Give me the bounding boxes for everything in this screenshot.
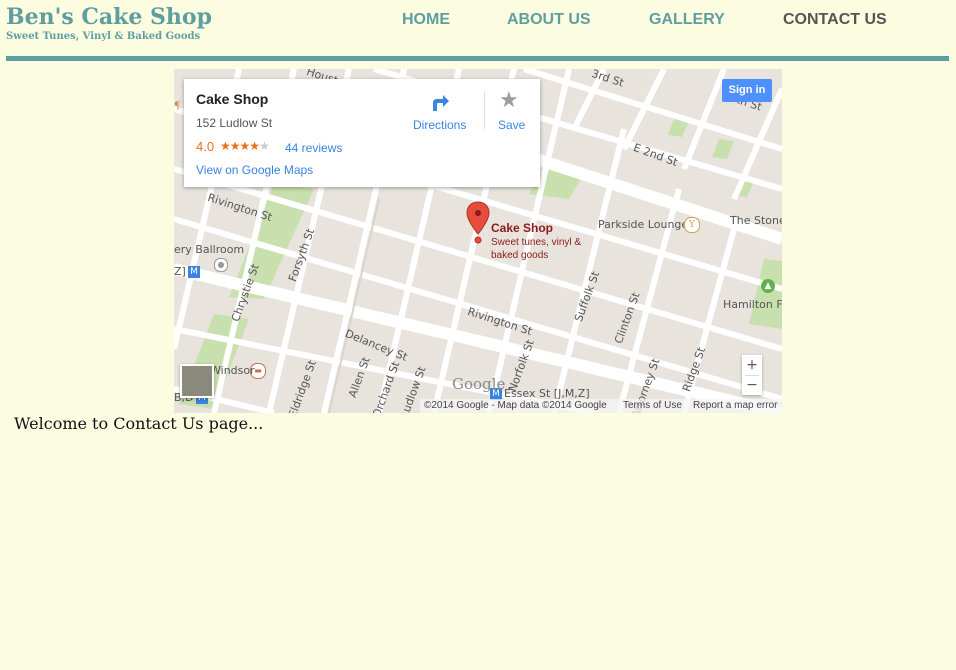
nav-gallery[interactable]: GALLERY	[649, 11, 725, 29]
nav-contact-us[interactable]: CONTACT US	[783, 11, 887, 29]
nav-home[interactable]: HOME	[402, 11, 450, 29]
star-icon: ★★★★	[220, 139, 260, 153]
rating-stars: ★★★★★	[220, 139, 270, 153]
card-divider	[484, 91, 485, 129]
nav-about-us[interactable]: ABOUT US	[507, 11, 591, 29]
site-title[interactable]: Ben's Cake Shop	[6, 4, 212, 30]
embedded-map[interactable]: Houston 3rd St 4th St E 2nd St Rivington…	[174, 69, 782, 413]
place-address: 152 Ludlow St	[196, 116, 273, 130]
welcome-text: Welcome to Contact Us page...	[14, 414, 264, 433]
map-pin-icon[interactable]	[466, 200, 490, 244]
satellite-toggle[interactable]	[180, 364, 214, 398]
rating-value: 4.0	[196, 139, 215, 154]
food-icon: ¶	[174, 101, 181, 112]
directions-icon[interactable]	[430, 91, 452, 113]
subway-icon: M	[188, 266, 200, 278]
zoom-out-button[interactable]: −	[742, 375, 762, 395]
report-map-error-link[interactable]: Report a map error	[693, 400, 777, 411]
google-logo: Google	[452, 375, 506, 393]
header-divider	[6, 56, 949, 61]
place-hamilton[interactable]: Hamilton Fi	[723, 298, 782, 311]
sign-in-button[interactable]: Sign in	[722, 79, 772, 102]
zoom-separator	[745, 375, 759, 376]
place-parkside-lounge[interactable]: Parkside Lounge	[598, 218, 688, 231]
reviews-link[interactable]: 44 reviews	[285, 141, 342, 155]
pin-title[interactable]: Cake Shop	[491, 221, 553, 235]
map-attribution: ©2014 Google - Map data ©2014 Google Ter…	[420, 399, 782, 413]
save-button[interactable]: Save	[498, 118, 525, 132]
terms-of-use-link[interactable]: Terms of Use	[623, 400, 682, 411]
place-windsor[interactable]: Windsor	[210, 364, 255, 377]
place-ballroom[interactable]: ery Ballroom	[174, 243, 244, 256]
place-the-stone[interactable]: The Stone	[730, 214, 782, 227]
park-icon: ▲	[761, 279, 775, 293]
pin-description: Sweet tunes, vinyl & baked goods	[491, 237, 582, 261]
site-tagline: Sweet Tunes, Vinyl & Baked Goods	[6, 31, 201, 42]
subway-label-jz: Z]	[174, 265, 186, 278]
place-name: Cake Shop	[196, 91, 269, 107]
star-save-icon[interactable]: ★	[499, 87, 519, 113]
venue-icon: ●	[214, 258, 228, 272]
view-on-google-maps-link[interactable]: View on Google Maps	[196, 163, 313, 177]
map-copyright: ©2014 Google - Map data ©2014 Google	[424, 400, 607, 411]
star-empty-icon: ★	[259, 139, 270, 153]
bar-icon: Y	[684, 217, 700, 233]
site-header: Ben's Cake Shop Sweet Tunes, Vinyl & Bak…	[0, 0, 956, 62]
directions-button[interactable]: Directions	[413, 118, 466, 132]
zoom-in-button[interactable]: +	[742, 355, 762, 375]
zoom-control: + −	[742, 355, 762, 395]
place-info-card: Cake Shop 152 Ludlow St 4.0 ★★★★★ 44 rev…	[184, 79, 540, 187]
